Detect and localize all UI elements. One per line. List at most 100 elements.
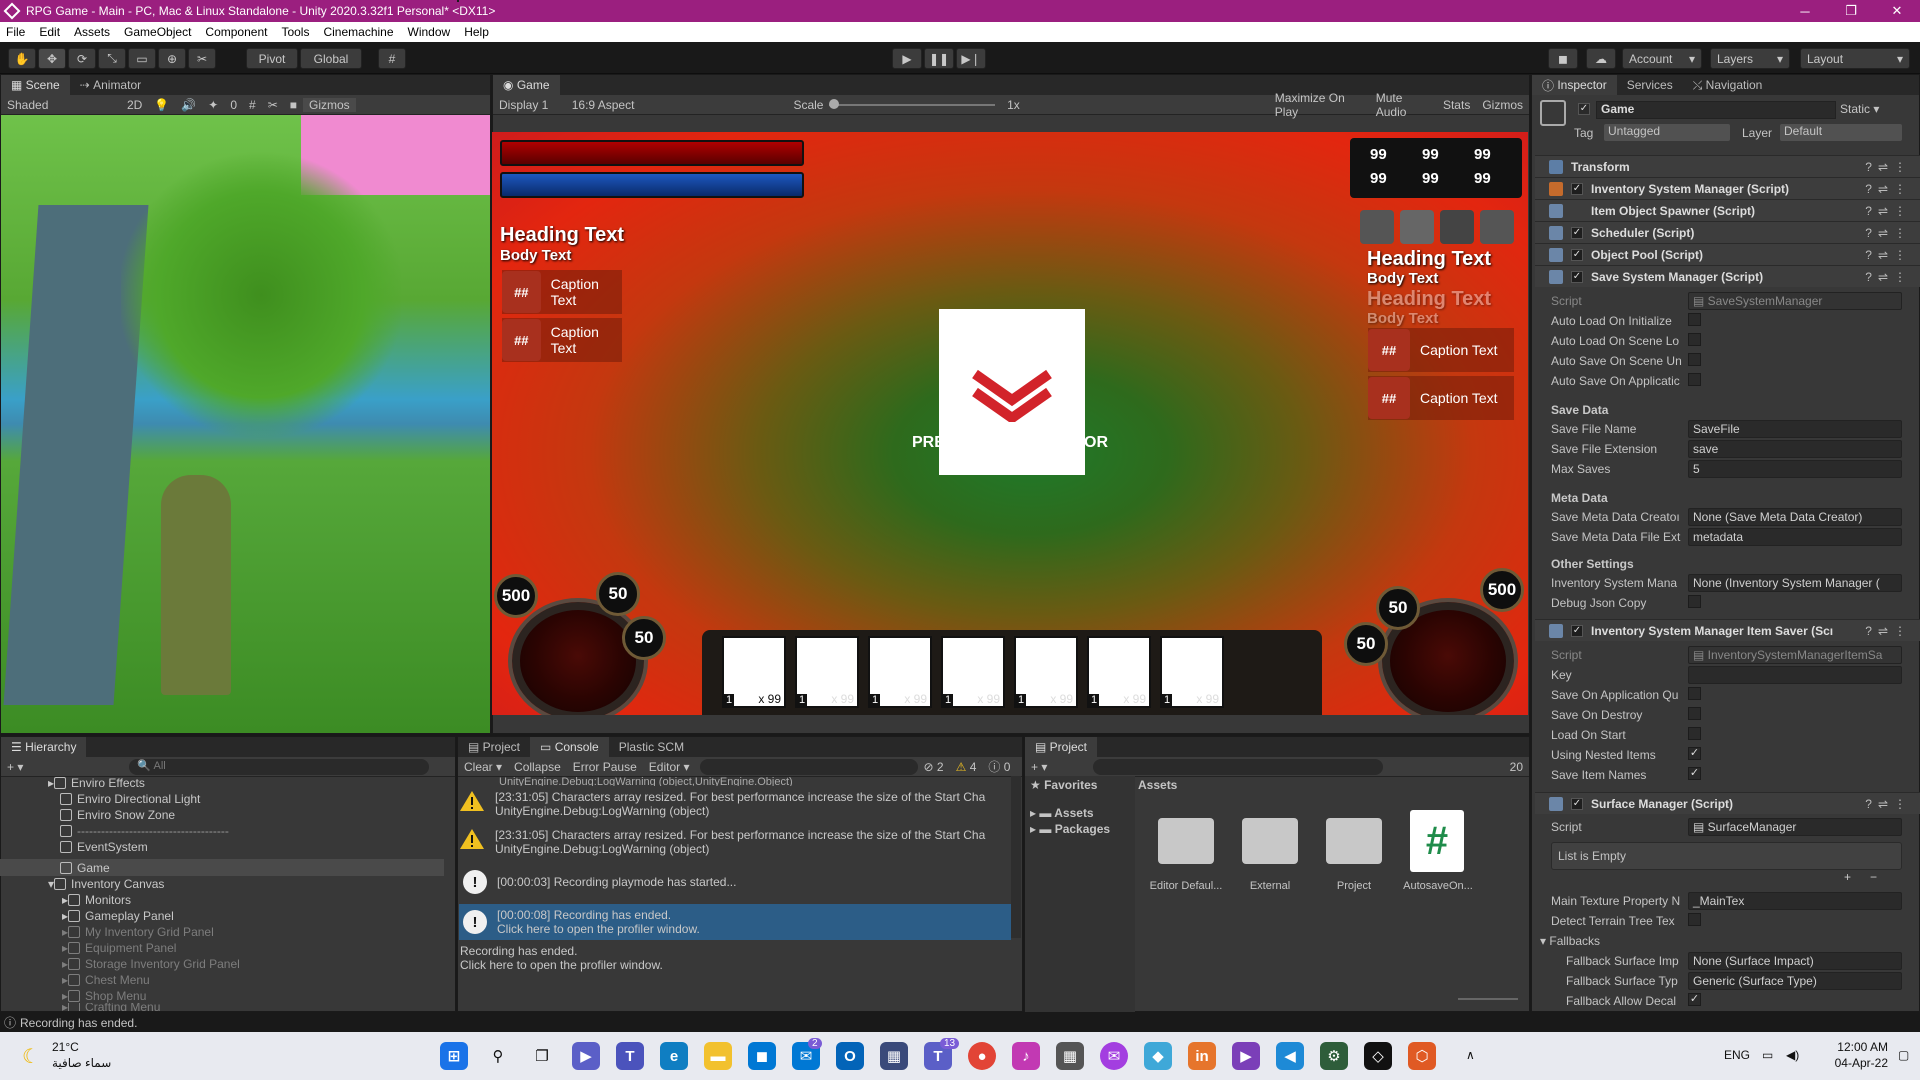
interact-prompt-card[interactable] [939, 309, 1085, 475]
component-enabled-checkbox[interactable]: ✓ [1571, 624, 1583, 637]
layers-dropdown[interactable]: Layers ▾ [1710, 48, 1790, 69]
menu-component[interactable]: Component [205, 25, 267, 39]
console-entry-selected[interactable]: ! [00:00:08] Recording has ended. Click h… [459, 904, 1011, 940]
gitkraken-icon[interactable]: ⚙ [1320, 1042, 1348, 1070]
menu-gameobject[interactable]: GameObject [124, 25, 191, 39]
csharp-script-icon[interactable]: # [1410, 810, 1464, 872]
edge-icon[interactable]: e [660, 1042, 688, 1070]
custom-tool-icon[interactable]: ✂ [188, 48, 216, 69]
volume-icon[interactable]: ◀) [1786, 1048, 1799, 1062]
detect-terrain-checkbox[interactable] [1688, 913, 1701, 926]
component-enabled-checkbox[interactable]: ✓ [1571, 248, 1583, 261]
shading-dropdown[interactable]: Shaded [1, 98, 121, 112]
folder-icon[interactable] [1242, 818, 1298, 864]
folder-icon[interactable] [1326, 818, 1382, 864]
hierarchy-item[interactable]: EventSystem [60, 840, 148, 854]
key-field[interactable] [1688, 666, 1902, 684]
pause-button[interactable]: ❚❚ [924, 48, 954, 69]
component-actions[interactable]: ?⇌⋮ [1865, 270, 1912, 284]
hierarchy-item[interactable]: ▸ Storage Inventory Grid Panel [62, 957, 240, 971]
component-actions[interactable]: ?⇌⋮ [1865, 160, 1912, 174]
menu-assets[interactable]: Assets [74, 25, 110, 39]
fallback-type-field[interactable]: Generic (Surface Type) [1688, 972, 1902, 990]
prop-checkbox[interactable] [1688, 727, 1701, 740]
maximize-on-play-toggle[interactable]: Maximize On Play [1269, 91, 1370, 119]
prop-checkbox[interactable] [1688, 687, 1701, 700]
scene-viewport[interactable] [1, 115, 490, 733]
script-field[interactable]: ▤ InventorySystemManagerItemSa [1688, 646, 1902, 664]
audio-icon[interactable]: 🔊 [175, 98, 202, 112]
folder-icon[interactable] [1158, 818, 1214, 864]
info-count-toggle[interactable]: ⓘ 0 [982, 758, 1016, 775]
pivot-toggle[interactable]: Pivot [246, 48, 298, 69]
menu-window[interactable]: Window [408, 25, 451, 39]
prop-checkbox[interactable] [1688, 373, 1701, 386]
hierarchy-item[interactable]: ▸ Enviro Effects [48, 776, 145, 790]
messenger-icon[interactable]: ✉ [1100, 1042, 1128, 1070]
calculator-icon[interactable]: ▦ [1056, 1042, 1084, 1070]
console-entry-cut[interactable]: UnityEngine.Debug:LogWarning (object,Uni… [459, 776, 1011, 786]
tab-plastic-scm[interactable]: Plastic SCM [609, 737, 694, 757]
create-asset-dropdown[interactable]: + ▾ [1025, 760, 1053, 774]
console-entry[interactable]: [23:31:05] Characters array resized. For… [459, 790, 1011, 822]
max-saves-field[interactable]: 5 [1688, 460, 1902, 478]
notification-icon[interactable]: ▢ [1898, 1048, 1909, 1062]
tab-animator[interactable]: ⇢ Animator [70, 75, 151, 95]
hierarchy-item[interactable]: ▸ My Inventory Grid Panel [62, 925, 214, 939]
clock-time[interactable]: 12:00 AM [1828, 1040, 1888, 1054]
error-count-toggle[interactable]: ⊘ 2 [918, 760, 950, 774]
tools-icon[interactable]: ✂ [262, 98, 284, 112]
store-icon[interactable]: ◼ [748, 1042, 776, 1070]
transform-tool-icon[interactable]: ⊕ [158, 48, 186, 69]
packages-folder-item[interactable]: ▸ ▬ Packages [1030, 822, 1110, 836]
tab-navigation[interactable]: ⤯ Navigation [1683, 75, 1773, 95]
menu-tools[interactable]: Tools [281, 25, 309, 39]
file-explorer-icon[interactable]: ▬ [704, 1042, 732, 1070]
main-texture-field[interactable]: _MainTex [1688, 892, 1902, 910]
account-dropdown[interactable]: Account ▾ [1622, 48, 1702, 69]
status-message[interactable]: Recording has ended. [20, 1016, 137, 1030]
static-toggle[interactable]: Static ▾ [1840, 102, 1910, 116]
rotate-tool-icon[interactable]: ⟳ [68, 48, 96, 69]
grid-icon[interactable]: # [243, 98, 262, 112]
vscode-icon[interactable]: ◀ [1276, 1042, 1304, 1070]
prop-checkbox[interactable] [1688, 313, 1701, 326]
script-field[interactable]: ▤ SurfaceManager [1688, 818, 1902, 836]
hierarchy-item[interactable]: Enviro Snow Zone [60, 808, 175, 822]
jetbrains-icon[interactable]: in [1188, 1042, 1216, 1070]
hierarchy-item[interactable]: Game [60, 861, 110, 875]
toggle-2d[interactable]: 2D [121, 98, 148, 112]
clock-date[interactable]: 04-Apr-22 [1828, 1056, 1888, 1070]
meta-ext-field[interactable]: metadata [1688, 528, 1902, 546]
hotbar-slot[interactable]: 1 x 99 [1087, 636, 1151, 708]
component-actions[interactable]: ?⇌⋮ [1865, 797, 1912, 811]
project-search-input[interactable] [1093, 758, 1384, 775]
hotbar-slot[interactable]: 1 x 99 [795, 636, 859, 708]
task-view-icon[interactable]: ❐ [528, 1042, 556, 1070]
save-file-extension-field[interactable]: save [1688, 440, 1902, 458]
component-enabled-checkbox[interactable]: ✓ [1571, 797, 1583, 810]
maximize-button[interactable]: ❐ [1828, 0, 1874, 22]
prop-checkbox[interactable] [1688, 333, 1701, 346]
start-icon[interactable]: ⊞ [440, 1042, 468, 1070]
chrome-icon[interactable]: ● [968, 1042, 996, 1070]
scale-slider-thumb[interactable] [829, 98, 840, 109]
console-entry[interactable]: [23:31:05] Characters array resized. For… [459, 828, 1011, 860]
clear-button[interactable]: Clear ▾ [458, 760, 508, 774]
lighting-icon[interactable]: 💡 [148, 98, 175, 112]
display-dropdown[interactable]: Display 1 [493, 98, 566, 112]
blender-icon[interactable]: ⬡ [1408, 1042, 1436, 1070]
hierarchy-item[interactable]: ▸ Crafting Menu [62, 1003, 160, 1011]
visual-studio-icon[interactable]: ▶ [1232, 1042, 1260, 1070]
rect-tool-icon[interactable]: ▭ [128, 48, 156, 69]
hierarchy-item[interactable]: ▾ Inventory Canvas [48, 877, 164, 891]
component-transform[interactable]: Transform ?⇌⋮ [1535, 155, 1920, 177]
hotbar-slot[interactable]: 1 x 99 [1014, 636, 1078, 708]
component-save-system-manager[interactable]: ✓ Save System Manager (Script) ?⇌⋮ [1535, 265, 1920, 287]
close-button[interactable]: ✕ [1874, 0, 1920, 22]
game-viewport[interactable]: 99 99 99 99 99 99 Heading Text Body Text… [492, 132, 1528, 715]
hierarchy-item[interactable]: ▸ Gameplay Panel [62, 909, 174, 923]
menu-help[interactable]: Help [464, 25, 489, 39]
right-caption-row[interactable]: ## Caption Text [1368, 376, 1514, 420]
effects-icon[interactable]: ✦ [202, 98, 224, 112]
